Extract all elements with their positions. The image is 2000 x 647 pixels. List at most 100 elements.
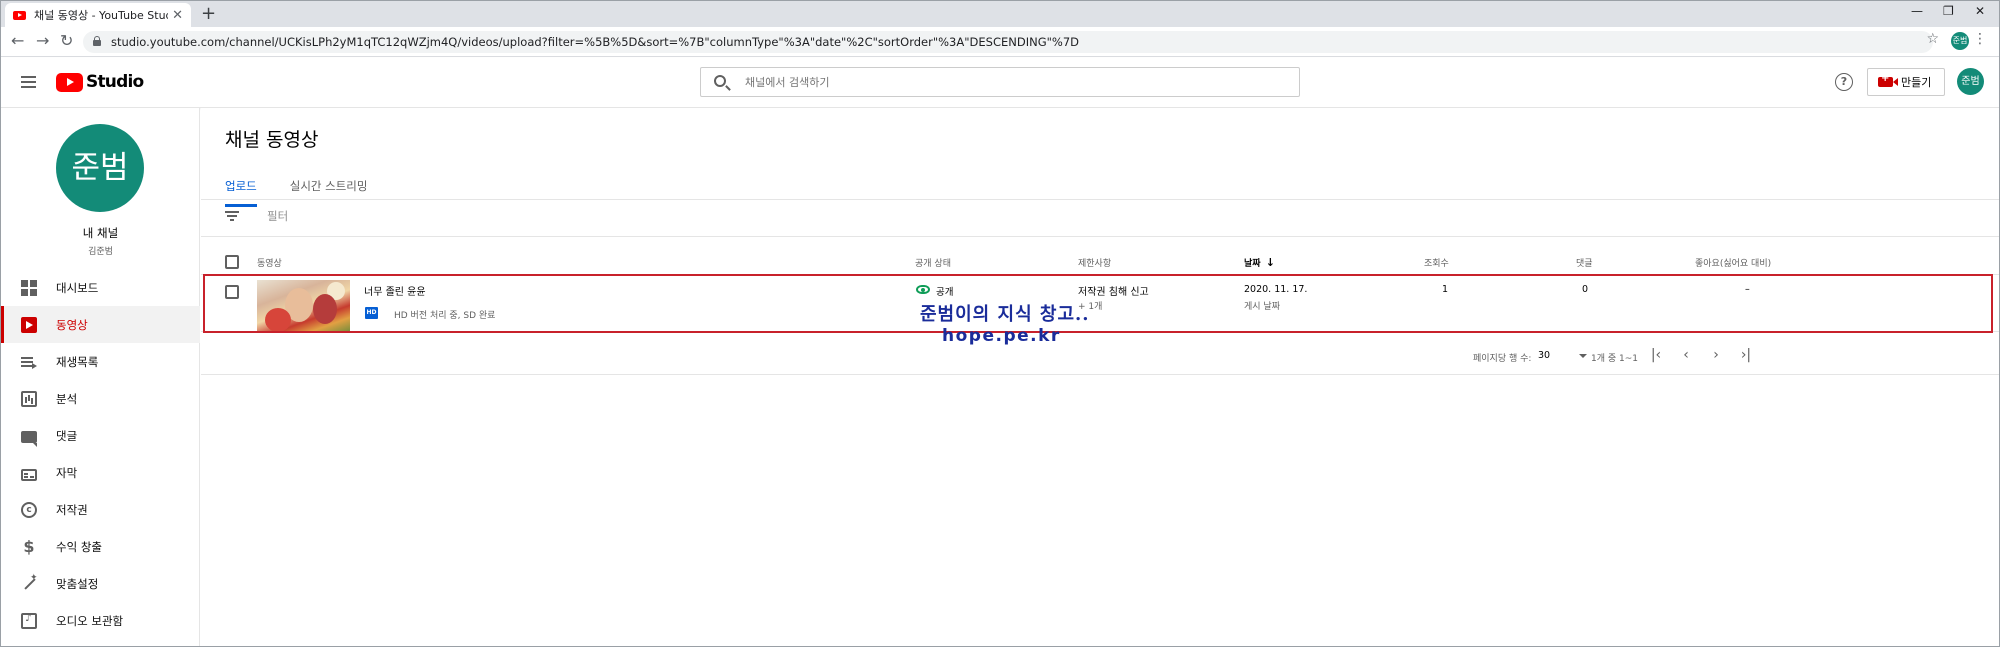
tab-title: 채널 동영상 - YouTube Studio <box>34 9 169 22</box>
column-visibility[interactable]: 공개 상태 <box>915 256 951 269</box>
column-video: 동영상 <box>257 259 282 269</box>
comment-icon <box>21 430 37 447</box>
channel-label: 내 채널 <box>82 226 119 240</box>
tab-close-icon[interactable]: ✕ <box>172 8 183 23</box>
studio-logo[interactable]: Studio <box>56 72 144 92</box>
search-icon[interactable] <box>714 75 726 87</box>
new-tab-button[interactable]: + <box>201 4 216 24</box>
sidebar-item-playlists[interactable]: 재생목록 <box>1 343 200 380</box>
sidebar-item-audio-library[interactable]: 오디오 보관함 <box>1 602 200 639</box>
customize-icon <box>21 573 38 592</box>
sidebar-item-label: 댓글 <box>56 428 78 443</box>
main-content: 채널 동영상 업로드 실시간 스트리밍 필터 동영상 공개 상태 제한사항 날짜… <box>201 108 1999 646</box>
audio-library-icon <box>21 612 37 629</box>
sidebar-item-monetization[interactable]: $ 수익 창출 <box>1 528 200 565</box>
browser-tab[interactable]: 채널 동영상 - YouTube Studio ✕ <box>5 3 191 27</box>
sidebar-item-label: 대시보드 <box>56 280 99 295</box>
tabs-divider <box>201 199 1999 200</box>
sidebar-item-subtitles[interactable]: 자막 <box>1 454 200 491</box>
sidebar-item-label: 자막 <box>56 465 78 480</box>
sidebar: 준범 내 채널 김준범 대시보드 동영상 재생목록 분석 댓글 자막 c 저작권… <box>1 108 200 646</box>
rows-per-page-select[interactable]: 30 <box>1535 346 1591 366</box>
prev-page-icon[interactable]: ‹ <box>1677 346 1695 364</box>
back-icon[interactable]: ← <box>11 32 24 50</box>
lock-icon <box>93 36 101 46</box>
hamburger-menu-icon[interactable] <box>21 76 36 88</box>
video-icon <box>21 316 37 333</box>
sidebar-item-customization[interactable]: 맞춤설정 <box>1 565 200 602</box>
forward-icon[interactable]: → <box>36 32 49 50</box>
content-tabs: 업로드 실시간 스트리밍 <box>225 170 400 207</box>
search-input[interactable] <box>745 72 1285 92</box>
column-likes[interactable]: 좋아요(싫어요 대비) <box>1695 256 1771 269</box>
sidebar-item-label: 동영상 <box>56 317 88 332</box>
browser-profile-avatar[interactable]: 준범 <box>1951 32 1969 50</box>
sidebar-nav: 대시보드 동영상 재생목록 분석 댓글 자막 c 저작권 $ 수익 창출 ✦ 맞… <box>1 269 200 639</box>
address-bar-row: ← → ↻ studio.youtube.com/channel/UCKisLP… <box>1 27 1999 57</box>
youtube-logo-icon <box>56 72 83 92</box>
minimize-icon[interactable]: — <box>1911 4 1923 18</box>
dashboard-icon <box>21 279 37 296</box>
filter-input[interactable]: 필터 <box>267 208 288 224</box>
column-restrictions[interactable]: 제한사항 <box>1078 256 1111 269</box>
dropdown-caret-icon <box>1579 354 1587 358</box>
bookmark-star-icon[interactable]: ☆ <box>1926 31 1939 47</box>
pagination-divider <box>201 374 1999 375</box>
tab-live[interactable]: 실시간 스트리밍 <box>290 170 368 207</box>
column-comments[interactable]: 댓글 <box>1576 256 1593 269</box>
filter-divider <box>201 236 1999 237</box>
sidebar-item-label: 저작권 <box>56 502 88 517</box>
logo-text: Studio <box>86 72 144 92</box>
restore-icon[interactable]: ❐ <box>1943 4 1954 18</box>
studio-header: Studio ? 만들기 준범 <box>1 58 1999 108</box>
tab-uploads[interactable]: 업로드 <box>225 170 257 207</box>
reload-icon[interactable]: ↻ <box>60 32 73 50</box>
rows-per-page-value: 30 <box>1538 350 1551 361</box>
playlist-icon <box>21 354 37 370</box>
rows-per-page-label: 페이지당 행 수: <box>1473 354 1532 364</box>
column-date-label: 날짜 <box>1244 259 1261 269</box>
account-avatar[interactable]: 준범 <box>1957 68 1984 95</box>
column-views[interactable]: 조회수 <box>1424 256 1449 269</box>
select-all-checkbox[interactable] <box>225 255 239 269</box>
sidebar-item-label: 분석 <box>56 391 78 406</box>
subtitles-icon <box>21 468 37 481</box>
sidebar-item-label: 맞춤설정 <box>56 576 99 591</box>
sidebar-item-label: 재생목록 <box>56 354 99 369</box>
help-icon[interactable]: ? <box>1835 73 1853 91</box>
address-bar[interactable]: studio.youtube.com/channel/UCKisLPh2yM1q… <box>83 31 1933 53</box>
money-icon: $ <box>23 536 35 556</box>
first-page-icon[interactable]: |‹ <box>1647 346 1665 364</box>
sidebar-item-analytics[interactable]: 분석 <box>1 380 200 417</box>
youtube-favicon-icon <box>13 10 26 20</box>
search-box[interactable] <box>700 67 1300 97</box>
filter-icon[interactable] <box>225 211 239 221</box>
create-video-icon <box>1878 73 1898 87</box>
column-date[interactable]: 날짜 ↓ <box>1244 256 1275 269</box>
page-range: 1개 중 1~1 <box>1591 354 1639 364</box>
browser-menu-icon[interactable]: ⋮ <box>1973 31 1987 47</box>
sort-down-icon: ↓ <box>1265 256 1275 269</box>
last-page-icon[interactable]: ›| <box>1737 346 1755 364</box>
tab-strip: 채널 동영상 - YouTube Studio ✕ + — ❐ ✕ <box>1 1 1999 27</box>
window-close-icon[interactable]: ✕ <box>1975 4 1985 18</box>
analytics-icon <box>21 390 37 407</box>
browser-window: 채널 동영상 - YouTube Studio ✕ + — ❐ ✕ ← → ↻ … <box>0 0 2000 647</box>
row-highlight-box <box>203 274 1993 333</box>
channel-avatar[interactable]: 준범 <box>56 124 144 212</box>
next-page-icon[interactable]: › <box>1707 346 1725 364</box>
sidebar-item-dashboard[interactable]: 대시보드 <box>1 269 200 306</box>
url-text: studio.youtube.com/channel/UCKisLPh2yM1q… <box>111 35 1079 49</box>
sidebar-item-comments[interactable]: 댓글 <box>1 417 200 454</box>
sidebar-item-videos[interactable]: 동영상 <box>1 306 200 343</box>
watermark-line-2: hope.pe.kr <box>942 326 1061 346</box>
channel-name: 김준범 <box>88 247 113 257</box>
sidebar-item-copyright[interactable]: c 저작권 <box>1 491 200 528</box>
sidebar-item-label: 오디오 보관함 <box>56 613 124 628</box>
watermark-line-1: 준범이의 지식 창고.. <box>920 304 1090 325</box>
sidebar-item-label: 수익 창출 <box>56 539 102 554</box>
create-button[interactable]: 만들기 <box>1867 68 1945 96</box>
copyright-icon: c <box>21 501 37 518</box>
page-title: 채널 동영상 <box>225 129 319 151</box>
create-label: 만들기 <box>1901 76 1932 89</box>
